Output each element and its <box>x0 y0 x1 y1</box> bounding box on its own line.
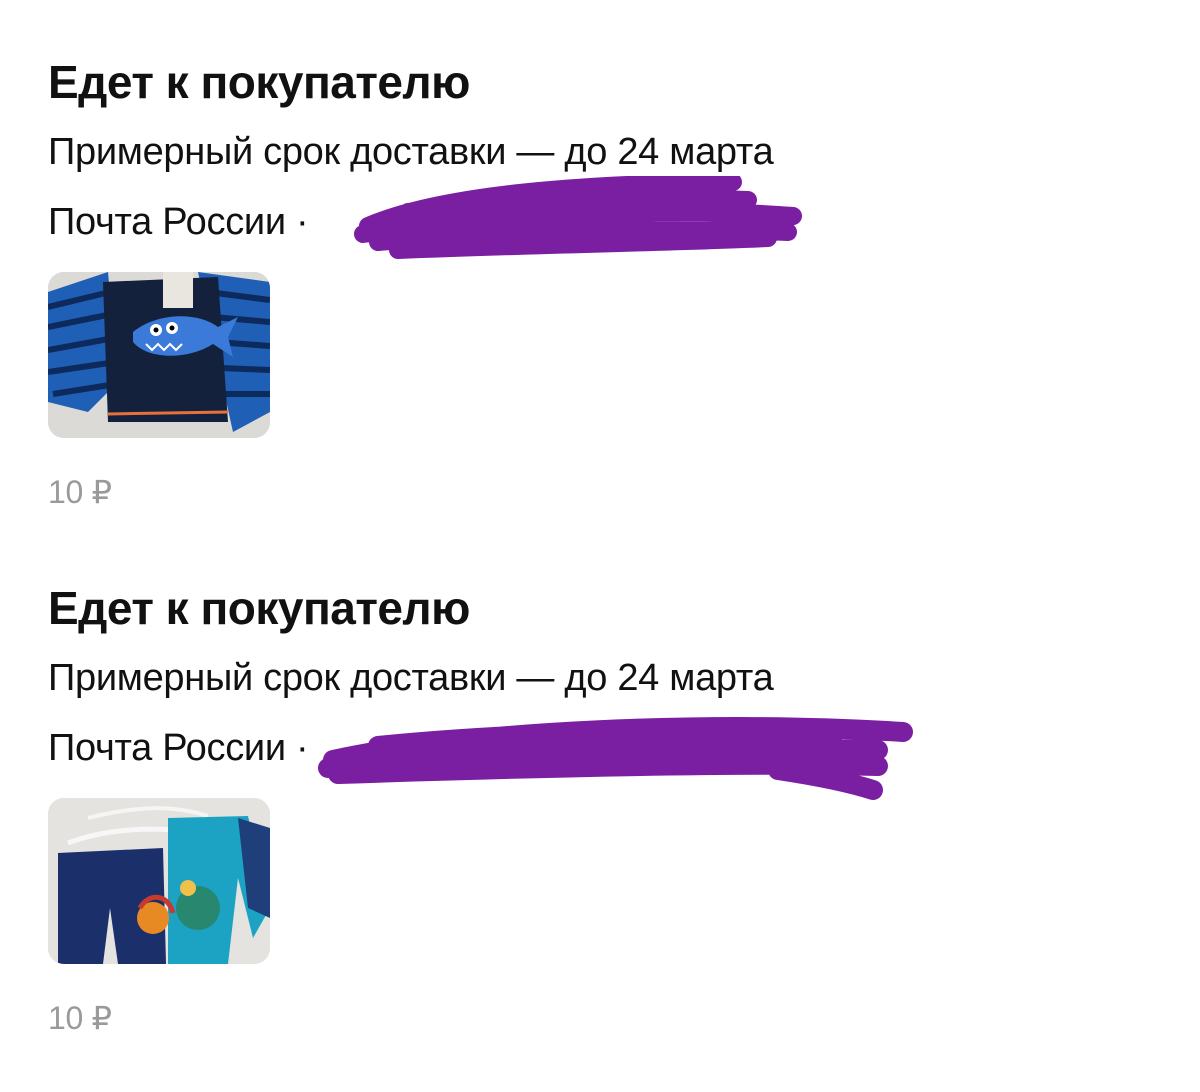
redaction-scribble <box>318 717 913 800</box>
carrier-name: Почта России · <box>48 727 309 769</box>
delivery-estimate: Примерный срок доставки — до 24 марта <box>48 657 774 699</box>
order-card[interactable]: Едет к покупателю Примерный срок доставк… <box>48 54 1148 512</box>
carrier-name: Почта России · <box>48 201 309 243</box>
swim-set-photo <box>48 798 270 964</box>
delivery-estimate: Примерный срок доставки — до 24 марта <box>48 131 774 173</box>
carrier-row: Почта России · <box>48 717 1148 800</box>
price: 10 ₽ <box>48 474 112 510</box>
carrier-row: Почта России · <box>48 176 1148 259</box>
order-status-title: Едет к покупателю <box>48 56 470 108</box>
price: 10 ₽ <box>48 1000 112 1036</box>
order-status-title: Едет к покупателю <box>48 582 470 634</box>
copy-icon[interactable] <box>761 206 781 232</box>
order-card[interactable]: Едет к покупателю Примерный срок доставк… <box>48 580 1148 1038</box>
redaction-scribble <box>354 176 802 259</box>
product-image[interactable] <box>48 272 270 438</box>
product-image[interactable] <box>48 798 270 964</box>
shark-rashguard-photo <box>48 272 270 438</box>
